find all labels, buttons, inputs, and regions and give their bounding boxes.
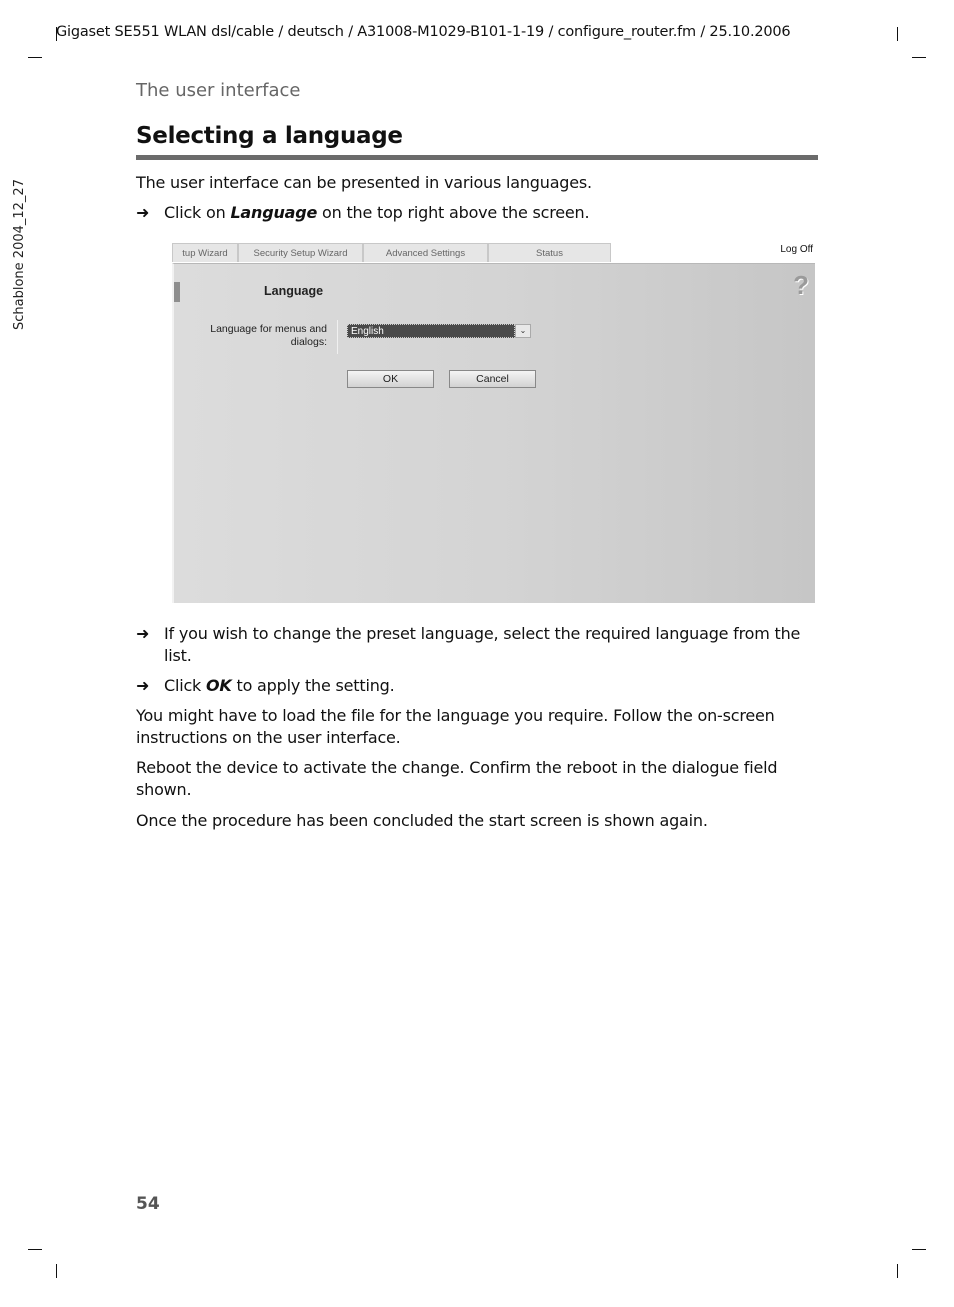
- emphasis-language: Language: [230, 203, 318, 222]
- ok-button[interactable]: OK: [347, 370, 434, 388]
- crop-mark: [897, 27, 898, 41]
- page-title: Selecting a language: [136, 123, 403, 149]
- section-marker: [174, 282, 180, 302]
- emphasis-ok: OK: [206, 676, 232, 695]
- panel-title: Language: [264, 284, 324, 298]
- field-divider: [337, 320, 338, 354]
- crop-mark: [56, 1264, 57, 1278]
- section-title: The user interface: [136, 80, 301, 101]
- step-3: ➜ Click OK to apply the setting.: [136, 676, 395, 695]
- crop-mark: [28, 57, 42, 58]
- tab-advanced-settings[interactable]: Advanced Settings: [363, 243, 488, 262]
- chevron-down-icon[interactable]: ⌄: [515, 324, 531, 338]
- step-1: ➜ Click on Language on the top right abo…: [136, 203, 590, 222]
- arrow-icon: ➜: [136, 676, 150, 695]
- paragraph-load-file: You might have to load the file for the …: [136, 706, 775, 747]
- crop-mark: [28, 1249, 42, 1250]
- tab-status[interactable]: Status: [488, 243, 611, 262]
- crop-mark: [897, 1264, 898, 1278]
- crop-mark: [912, 1249, 926, 1250]
- tab-security-setup-wizard[interactable]: Security Setup Wizard: [238, 243, 363, 262]
- intro-text: The user interface can be presented in v…: [136, 173, 592, 192]
- language-select-value[interactable]: English: [347, 324, 515, 338]
- log-off-link[interactable]: Log Off: [780, 244, 813, 255]
- paragraph-reboot: Reboot the device to activate the change…: [136, 758, 778, 799]
- help-icon[interactable]: ?: [793, 270, 809, 301]
- title-rule: [136, 155, 818, 160]
- language-select[interactable]: English ⌄: [347, 324, 531, 338]
- arrow-icon: ➜: [136, 203, 150, 222]
- language-field-label: Language for menus and dialogs:: [210, 323, 327, 348]
- page-number: 54: [136, 1194, 160, 1214]
- cancel-button[interactable]: Cancel: [449, 370, 536, 388]
- paragraph-start-screen: Once the procedure has been concluded th…: [136, 811, 708, 830]
- arrow-icon: ➜: [136, 624, 150, 643]
- running-head: Gigaset SE551 WLAN dsl/cable / deutsch /…: [56, 24, 791, 40]
- template-note: Schablone 2004_12_27: [12, 179, 27, 330]
- crop-mark: [912, 57, 926, 58]
- tab-bar: tup Wizard Security Setup Wizard Advance…: [172, 243, 611, 263]
- content-panel: ? Language Language for menus and dialog…: [172, 263, 815, 603]
- tab-setup-wizard[interactable]: tup Wizard: [172, 243, 238, 262]
- router-ui-screenshot: tup Wizard Security Setup Wizard Advance…: [172, 243, 815, 603]
- step-2: ➜ If you wish to change the preset langu…: [136, 624, 801, 665]
